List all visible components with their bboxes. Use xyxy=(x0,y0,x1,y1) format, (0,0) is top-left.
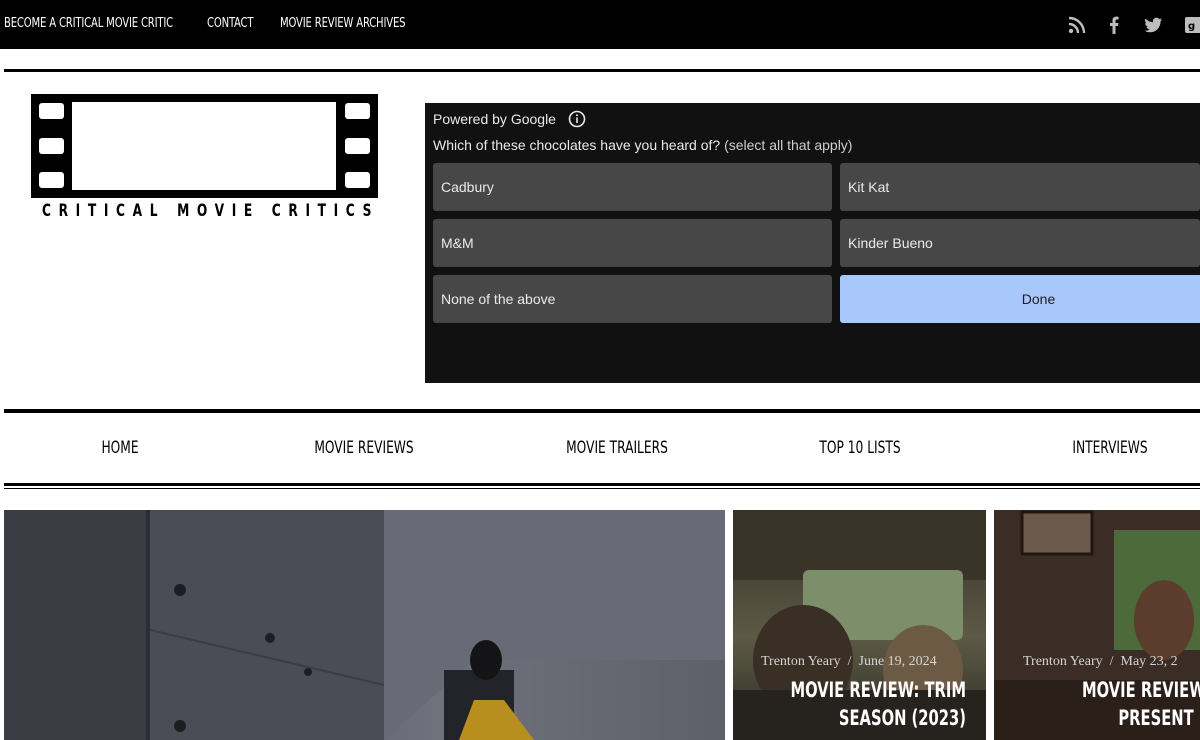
top-bar: BECOME A CRITICAL MOVIE CRITIC CONTACT M… xyxy=(0,0,1200,49)
survey-question-hint: (select all that apply) xyxy=(724,137,853,153)
nav-movie-reviews[interactable]: MOVIE REVIEWS xyxy=(300,438,428,458)
article-meta: Trenton Yeary / June 19, 2024 xyxy=(761,654,937,669)
nav-top-divider xyxy=(4,409,1200,413)
header-divider xyxy=(4,69,1200,72)
nav-interviews[interactable]: INTERVIEWS xyxy=(1062,438,1158,458)
rss-icon[interactable] xyxy=(1067,15,1087,35)
survey-question: Which of these chocolates have you heard… xyxy=(433,137,852,153)
logo-film-hole xyxy=(345,103,370,119)
logo-film-hole xyxy=(345,138,370,154)
facebook-icon[interactable] xyxy=(1104,15,1124,35)
article-title-line: MOVIE REVIEW: T xyxy=(1082,678,1200,702)
nav-link-become-critic[interactable]: BECOME A CRITICAL MOVIE CRITIC xyxy=(4,16,173,31)
nav-bottom-divider-thin xyxy=(4,488,1200,489)
logo-film-frame xyxy=(72,102,336,190)
nav-bottom-divider xyxy=(4,483,1200,486)
logo-film-hole xyxy=(39,103,64,119)
survey-done-button[interactable]: Done xyxy=(840,275,1200,323)
article-author[interactable]: Trenton Yeary xyxy=(1023,654,1103,669)
nav-link-archives[interactable]: MOVIE REVIEW ARCHIVES xyxy=(280,16,406,31)
article-meta: Trenton Yeary / May 23, 2 xyxy=(1023,654,1178,669)
featured-image xyxy=(4,510,725,740)
nav-top-10-lists[interactable]: TOP 10 LISTS xyxy=(804,438,916,458)
twitter-icon[interactable] xyxy=(1143,15,1163,35)
article-title-line: MOVIE REVIEW: TRIM xyxy=(790,678,966,702)
article-title[interactable]: MOVIE REVIEW: T PRESENT (20 xyxy=(1082,676,1200,732)
survey-option-none[interactable]: None of the above xyxy=(433,275,832,323)
google-plus-icon[interactable]: g xyxy=(1184,15,1200,35)
survey-ad: Powered by Google Which of these chocola… xyxy=(425,103,1200,383)
featured-article-2[interactable]: Trenton Yeary / June 19, 2024 MOVIE REVIEW… xyxy=(733,510,986,740)
article-title-line: PRESENT (20 xyxy=(1118,706,1200,730)
logo-film-hole xyxy=(39,172,64,188)
logo-film-hole xyxy=(39,138,64,154)
logo-text: CRITICAL MOVIE CRITICS xyxy=(42,201,380,221)
article-title-line: SEASON (2023) xyxy=(838,706,966,730)
featured-article-main[interactable] xyxy=(4,510,725,740)
article-date: May 23, 2 xyxy=(1120,654,1178,669)
logo-film-hole xyxy=(345,172,370,188)
featured-article-3[interactable]: Trenton Yeary/May 23, 2 MOVIE REVIEW: T … xyxy=(994,510,1200,740)
survey-option-kit-kat[interactable]: Kit Kat xyxy=(840,163,1200,211)
survey-question-text: Which of these chocolates have you heard… xyxy=(433,137,721,153)
svg-text:g: g xyxy=(1188,21,1195,32)
article-date: June 19, 2024 xyxy=(858,654,937,669)
info-icon[interactable] xyxy=(568,110,586,128)
article-title[interactable]: MOVIE REVIEW: TRIM SEASON (2023) xyxy=(790,676,966,732)
survey-option-kinder-bueno[interactable]: Kinder Bueno xyxy=(840,219,1200,267)
nav-link-contact[interactable]: CONTACT xyxy=(207,16,254,31)
site-logo[interactable] xyxy=(31,94,378,198)
nav-home[interactable]: HOME xyxy=(72,438,168,458)
powered-by-label: Powered by Google xyxy=(433,111,556,127)
nav-movie-trailers[interactable]: MOVIE TRAILERS xyxy=(553,438,681,458)
article-author[interactable]: Trenton Yeary xyxy=(761,654,841,669)
survey-option-mm[interactable]: M&M xyxy=(433,219,832,267)
survey-option-cadbury[interactable]: Cadbury xyxy=(433,163,832,211)
